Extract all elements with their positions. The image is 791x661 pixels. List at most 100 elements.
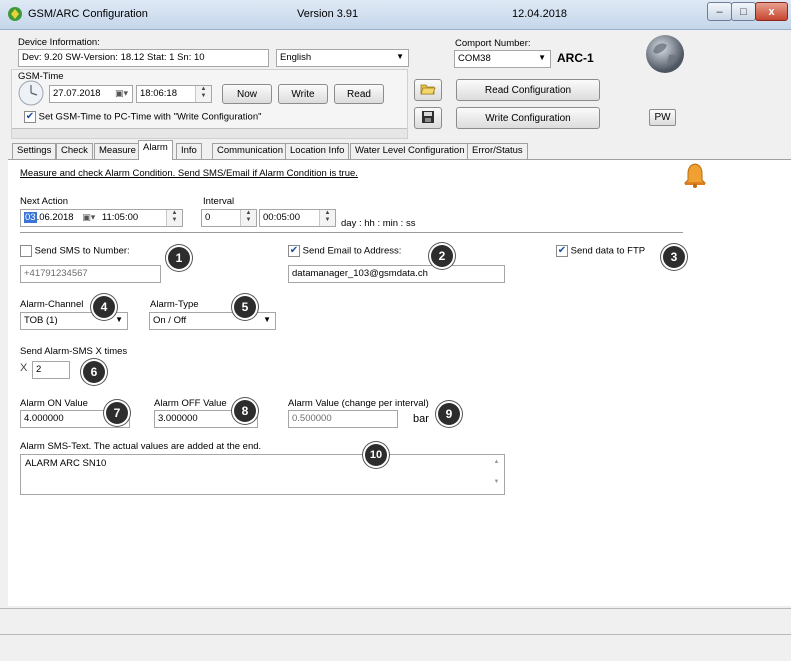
- callout-badge-2: 2: [431, 245, 453, 267]
- write-configuration-button[interactable]: Write Configuration: [456, 107, 600, 129]
- minimize-icon: –: [716, 5, 723, 18]
- callout-badge-10: 10: [365, 444, 387, 466]
- sms-number-input[interactable]: +41791234567: [20, 265, 161, 283]
- comport-select[interactable]: COM38 ▼: [454, 50, 551, 68]
- scroll-up-icon[interactable]: ▲: [489, 459, 504, 465]
- tab-settings[interactable]: Settings: [12, 143, 57, 159]
- send-sms-label: Send SMS to Number:: [34, 245, 130, 257]
- alarm-type-value: On / Off: [153, 315, 187, 326]
- repeat-sms-label: Send Alarm-SMS X times: [20, 346, 128, 357]
- send-email-label: Send Email to Address:: [302, 245, 402, 257]
- alarm-type-label: Alarm-Type: [150, 299, 199, 310]
- sync-time-label: Set GSM-Time to PC-Time with "Write Conf…: [38, 111, 262, 123]
- chevron-down-icon: ▼: [115, 315, 123, 324]
- sms-text-area[interactable]: ALARM ARC SN10 ▲ ▼: [20, 454, 505, 495]
- bell-icon: [683, 162, 707, 188]
- spinner-arrows-icon[interactable]: ▲ ▼: [240, 210, 256, 226]
- send-ftp-label: Send data to FTP: [570, 245, 646, 257]
- callout-badge-5: 5: [234, 296, 256, 318]
- tab-info[interactable]: Info: [176, 143, 202, 159]
- write-time-button[interactable]: Write: [278, 84, 328, 104]
- status-bar-lower: [0, 634, 791, 661]
- send-sms-checkbox[interactable]: [20, 245, 32, 257]
- tab-check[interactable]: Check: [56, 143, 93, 159]
- pw-button[interactable]: PW: [649, 109, 676, 126]
- callout-badge-3: 3: [663, 246, 685, 268]
- send-sms-checkbox-row[interactable]: Send SMS to Number:: [20, 245, 130, 257]
- comport-label: Comport Number:: [455, 38, 531, 49]
- send-ftp-checkbox[interactable]: ✔: [556, 245, 568, 257]
- gsm-time-value: 18:06:18: [140, 88, 177, 99]
- window-version: Version 3.91: [297, 8, 359, 20]
- window-title: GSM/ARC Configuration: [28, 8, 148, 20]
- read-configuration-button[interactable]: Read Configuration: [456, 79, 600, 101]
- vertical-scrollbar[interactable]: ▲ ▼: [489, 455, 504, 494]
- tab-water-level-configuration[interactable]: Water Level Configuration: [350, 143, 470, 159]
- tab-communication[interactable]: Communication: [212, 143, 288, 159]
- maximize-button[interactable]: □: [731, 2, 756, 21]
- close-button[interactable]: x: [755, 2, 788, 21]
- maximize-icon: □: [740, 5, 747, 18]
- language-select[interactable]: English ▼: [276, 49, 409, 67]
- send-ftp-checkbox-row[interactable]: ✔ Send data to FTP: [556, 245, 645, 257]
- gsm-date-value: 27.07.2018: [53, 88, 101, 99]
- send-email-checkbox-row[interactable]: ✔ Send Email to Address:: [288, 245, 401, 257]
- tab-alarm[interactable]: Alarm: [138, 140, 173, 160]
- minimize-button[interactable]: –: [707, 2, 732, 21]
- alarm-type-select[interactable]: On / Off ▼: [149, 312, 276, 330]
- save-file-button[interactable]: [414, 107, 442, 129]
- alarm-off-label: Alarm OFF Value: [154, 398, 227, 409]
- interval-format-hint: day : hh : min : ss: [341, 218, 416, 229]
- tab-location-info[interactable]: Location Info: [285, 143, 350, 159]
- chevron-down-icon: ▼: [396, 52, 404, 61]
- spinner-arrows-icon[interactable]: ▲ ▼: [166, 210, 182, 226]
- app-icon: [7, 6, 23, 22]
- tab-error-status[interactable]: Error/Status: [467, 143, 528, 159]
- open-file-button[interactable]: [414, 79, 442, 101]
- sync-time-checkbox-row[interactable]: ✔ Set GSM-Time to PC-Time with "Write Co…: [24, 111, 261, 123]
- scroll-down-icon[interactable]: ▼: [489, 479, 504, 485]
- interval-time-stepper[interactable]: 00:05:00 ▲ ▼: [259, 209, 336, 227]
- next-action-date: .06.2018: [36, 212, 74, 223]
- interval-time-value: 00:05:00: [263, 212, 300, 223]
- alarm-delta-input[interactable]: 0.500000: [288, 410, 398, 428]
- gsm-date-picker[interactable]: 27.07.2018 ▣▾: [49, 85, 133, 103]
- read-time-button[interactable]: Read: [334, 84, 384, 104]
- sms-text-value: ALARM ARC SN10: [25, 458, 107, 469]
- next-action-time: 11:05:00: [101, 212, 139, 223]
- next-action-label: Next Action: [20, 196, 69, 207]
- title-bar: GSM/ARC Configuration Version 3.91 12.04…: [0, 0, 791, 30]
- email-address-input[interactable]: datamanager_103@gsmdata.ch: [288, 265, 505, 283]
- device-name: ARC-1: [557, 51, 594, 65]
- close-icon: x: [768, 5, 775, 18]
- spinner-arrows-icon[interactable]: ▲ ▼: [319, 210, 335, 226]
- calendar-dropdown-icon: ▣▾: [82, 212, 96, 222]
- clock-icon: [18, 80, 44, 106]
- next-action-datetime-picker[interactable]: 03.06.2018 ▣▾ 11:05:00 ▲ ▼: [20, 209, 183, 227]
- callout-badge-1: 1: [168, 247, 190, 269]
- alarm-channel-label: Alarm-Channel: [20, 299, 84, 310]
- interval-days-stepper[interactable]: 0 ▲ ▼: [201, 209, 257, 227]
- alarm-channel-value: TOB (1): [24, 315, 58, 326]
- sync-time-checkbox[interactable]: ✔: [24, 111, 36, 123]
- interval-days-value: 0: [205, 212, 211, 223]
- callout-badge-8: 8: [234, 400, 256, 422]
- horizontal-scrollbar[interactable]: [12, 128, 407, 138]
- language-value: English: [280, 52, 312, 63]
- calendar-dropdown-icon: ▣▾: [114, 88, 128, 98]
- send-email-checkbox[interactable]: ✔: [288, 245, 300, 257]
- device-info-field: Dev: 9.20 SW-Version: 18.12 Stat: 1 Sn: …: [18, 49, 269, 67]
- globe-icon: [643, 33, 687, 75]
- next-action-day-selected: 03: [24, 212, 37, 223]
- repeat-prefix: X: [20, 362, 28, 374]
- spinner-arrows-icon[interactable]: ▲ ▼: [195, 86, 211, 102]
- interval-label: Interval: [203, 196, 235, 207]
- comport-value: COM38: [458, 53, 491, 64]
- chevron-down-icon: ▼: [263, 315, 271, 324]
- sms-text-label: Alarm SMS-Text. The actual values are ad…: [20, 441, 262, 452]
- tab-measure[interactable]: Measure: [94, 143, 141, 159]
- device-info-label: Device Information:: [18, 37, 100, 48]
- gsm-time-stepper[interactable]: 18:06:18 ▲ ▼: [136, 85, 212, 103]
- repeat-count-input[interactable]: 2: [32, 361, 70, 379]
- now-button[interactable]: Now: [222, 84, 272, 104]
